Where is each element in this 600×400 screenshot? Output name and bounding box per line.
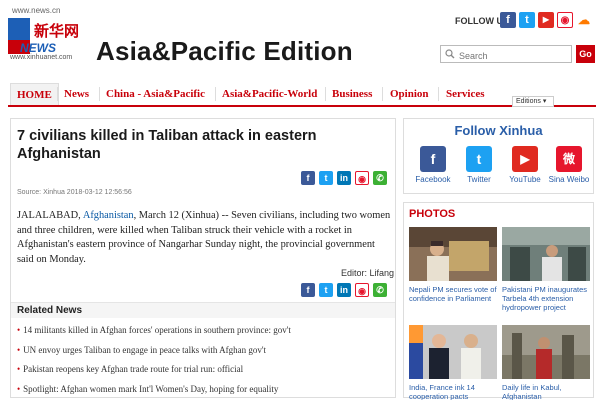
bullet-icon: • bbox=[17, 364, 21, 374]
related-news-item[interactable]: • Spotlight: Afghan women mark Int'l Wome… bbox=[17, 383, 389, 400]
related-news-link[interactable]: 14 militants killed in Afghan forces' op… bbox=[23, 325, 291, 335]
photo-caption[interactable]: Daily life in Kabul, Afghanistan bbox=[502, 383, 590, 400]
article-editor: Editor: Lifang bbox=[341, 268, 395, 278]
photo-caption[interactable]: Pakistani PM inaugurates Tarbela 4th ext… bbox=[502, 285, 590, 312]
follow-xinhua-title: Follow Xinhua bbox=[454, 123, 543, 138]
follow-youtube-icon[interactable]: ▶ bbox=[512, 146, 538, 172]
nav-business[interactable]: Business bbox=[332, 83, 372, 105]
photos-title: PHOTOS bbox=[409, 208, 456, 220]
photo-caption[interactable]: India, France ink 14 cooperation pacts bbox=[409, 383, 497, 400]
related-news-link[interactable]: Pakistan reopens key Afghan trade route … bbox=[23, 364, 243, 374]
photo-india-france[interactable] bbox=[409, 325, 497, 379]
facebook-icon[interactable]: f bbox=[500, 12, 516, 28]
follow-facebook-icon[interactable]: f bbox=[420, 146, 446, 172]
nav-divider bbox=[325, 87, 326, 101]
xinhua-logo[interactable]: www.news.cn 新华网 NEWS www.xinhuanet.com bbox=[8, 6, 90, 64]
share-linkedin-icon[interactable]: in bbox=[337, 171, 351, 185]
bullet-icon: • bbox=[17, 325, 21, 335]
bullet-icon: • bbox=[17, 344, 21, 355]
afghanistan-link[interactable]: Afghanistan bbox=[83, 210, 134, 221]
edition-title: Asia&Pacific Edition bbox=[96, 36, 353, 66]
bullet-icon: • bbox=[17, 383, 21, 394]
nav-asia-pacific-world[interactable]: Asia&Pacific-World bbox=[222, 83, 317, 105]
svg-text:NEWS: NEWS bbox=[20, 41, 56, 55]
share-linkedin-icon[interactable]: in bbox=[337, 283, 351, 297]
nav-china-asia-pacific[interactable]: China - Asia&Pacific bbox=[106, 83, 205, 105]
related-news-link[interactable]: Spotlight: Afghan women mark Int'l Women… bbox=[23, 384, 278, 394]
share-wechat-icon[interactable]: ✆ bbox=[373, 171, 387, 185]
nav-divider bbox=[57, 87, 58, 101]
photo-caption[interactable]: Nepali PM secures vote of confidence in … bbox=[409, 285, 497, 303]
svg-text:新华网: 新华网 bbox=[34, 22, 79, 40]
share-twitter-icon[interactable]: t bbox=[319, 283, 333, 297]
share-facebook-icon[interactable]: f bbox=[301, 171, 315, 185]
related-news-heading: Related News bbox=[11, 302, 395, 318]
rss-icon[interactable]: ☁ bbox=[576, 12, 592, 28]
nav-divider bbox=[215, 87, 216, 101]
site-url: www.news.cn bbox=[12, 6, 61, 15]
related-news-item[interactable]: • UN envoy urges Taliban to engage in pea… bbox=[17, 344, 389, 364]
search-go-button[interactable]: Go bbox=[576, 45, 595, 63]
nav-divider bbox=[438, 87, 439, 101]
nav-services[interactable]: Services bbox=[446, 83, 484, 105]
follow-weibo-label[interactable]: Sina Weibo bbox=[546, 175, 592, 184]
follow-weibo-icon[interactable]: 微 bbox=[556, 146, 582, 172]
article-source: Source: Xinhua 2018-03-12 12:56:56 bbox=[17, 189, 132, 196]
search-box bbox=[440, 45, 572, 64]
site-header: www.news.cn 新华网 NEWS www.xinhuanet.com A… bbox=[0, 0, 600, 76]
logo-subtitle: www.xinhuanet.com bbox=[10, 54, 73, 61]
photo-tarbela-project[interactable] bbox=[502, 227, 590, 281]
share-facebook-icon[interactable]: f bbox=[301, 283, 315, 297]
related-news-link[interactable]: UN envoy urges Taliban to engage in peac… bbox=[23, 345, 266, 355]
photo-nepal-parliament[interactable] bbox=[409, 227, 497, 281]
article-headline: 7 civilians killed in Taliban attack in … bbox=[17, 128, 317, 162]
nav-opinion[interactable]: Opinion bbox=[390, 83, 429, 105]
photo-kabul-daily-life[interactable] bbox=[502, 325, 590, 379]
main-nav: HOME News China - Asia&Pacific Asia&Paci… bbox=[8, 77, 596, 107]
share-bar-bottom: f t in ◉ ✆ bbox=[297, 283, 387, 297]
follow-twitter-icon[interactable]: t bbox=[466, 146, 492, 172]
editions-dropdown[interactable]: Editions ▾ bbox=[512, 96, 554, 107]
follow-facebook-label[interactable]: Facebook bbox=[410, 175, 456, 184]
search-icon bbox=[445, 49, 455, 59]
search-input[interactable] bbox=[441, 48, 571, 64]
share-wechat-icon[interactable]: ✆ bbox=[373, 283, 387, 297]
follow-twitter-label[interactable]: Twitter bbox=[456, 175, 502, 184]
article-panel: 7 civilians killed in Taliban attack in … bbox=[10, 118, 396, 398]
related-news-item[interactable]: • Pakistan reopens key Afghan trade route… bbox=[17, 363, 389, 383]
share-weibo-icon[interactable]: ◉ bbox=[355, 283, 369, 297]
nav-divider bbox=[382, 87, 383, 101]
share-weibo-icon[interactable]: ◉ bbox=[355, 171, 369, 185]
nav-divider bbox=[99, 87, 100, 101]
follow-xinhua-panel: Follow Xinhua f Facebook t Twitter ▶ You… bbox=[403, 118, 594, 194]
follow-youtube-label[interactable]: YouTube bbox=[502, 175, 548, 184]
nav-home[interactable]: HOME bbox=[10, 83, 59, 105]
body-text-start: JALALABAD, bbox=[17, 210, 83, 221]
youtube-icon[interactable]: ▶ bbox=[538, 12, 554, 28]
related-news-item[interactable]: • 14 militants killed in Afghan forces' o… bbox=[17, 324, 389, 344]
share-twitter-icon[interactable]: t bbox=[319, 171, 333, 185]
photos-panel: PHOTOS Nepali PM secures vote of confide… bbox=[403, 202, 594, 400]
xinhua-logo-mark: 新华网 NEWS bbox=[8, 18, 79, 55]
share-bar-top: f t in ◉ ✆ bbox=[297, 171, 387, 185]
related-news-list: • 14 militants killed in Afghan forces' o… bbox=[17, 324, 389, 400]
twitter-icon[interactable]: t bbox=[519, 12, 535, 28]
article-body: JALALABAD, Afghanistan, March 12 (Xinhua… bbox=[17, 209, 391, 267]
weibo-icon[interactable]: ◉ bbox=[557, 12, 573, 28]
nav-news[interactable]: News bbox=[64, 83, 89, 105]
